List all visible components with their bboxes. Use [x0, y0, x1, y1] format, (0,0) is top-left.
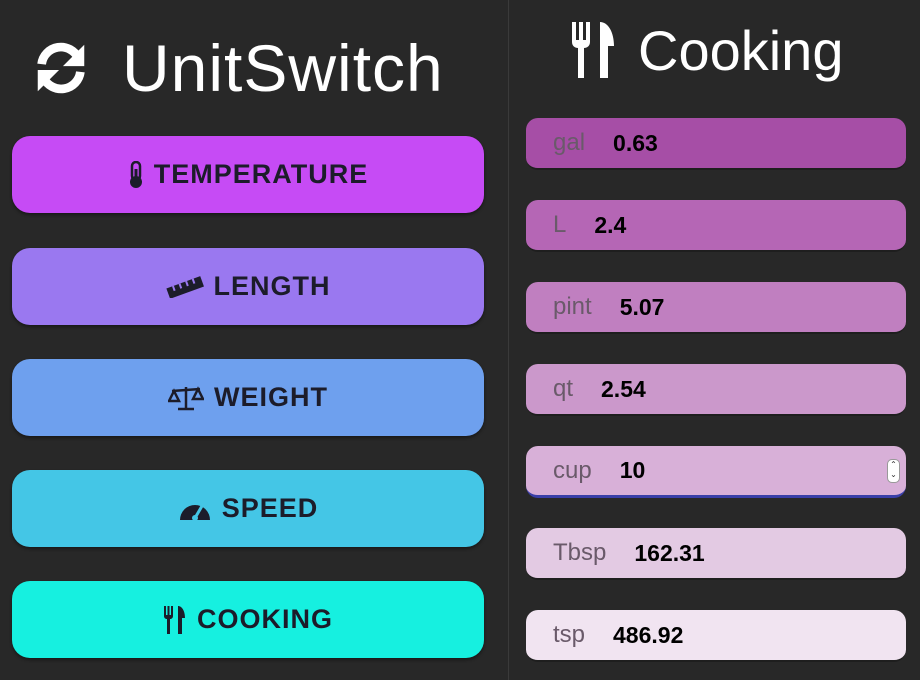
unit-value[interactable]: 2.4	[594, 212, 626, 239]
unit-field-cup[interactable]: cup 10 ⌃ ⌄	[526, 446, 906, 498]
category-label: WEIGHT	[214, 382, 328, 412]
category-speed-button[interactable]: SPEED	[12, 470, 484, 547]
unit-label: L	[553, 211, 567, 238]
unit-field-qt[interactable]: qt 2.54	[526, 364, 906, 416]
app-title: UnitSwitch	[122, 31, 444, 105]
unit-value[interactable]: 2.54	[601, 376, 646, 403]
category-cooking-button[interactable]: COOKING	[12, 581, 484, 658]
unit-label: Tbsp	[553, 539, 607, 566]
category-label: TEMPERATURE	[153, 159, 369, 189]
unit-field-l[interactable]: L 2.4	[526, 200, 906, 252]
unit-label: qt	[553, 375, 574, 402]
panel-divider	[508, 0, 509, 680]
category-weight-button[interactable]: WEIGHT	[12, 359, 484, 436]
sync-icon	[37, 42, 85, 94]
number-spinner[interactable]: ⌃ ⌄	[887, 459, 900, 483]
utensils-icon	[163, 605, 185, 634]
utensils-icon	[572, 22, 614, 78]
unit-field-pint[interactable]: pint 5.07	[526, 282, 906, 334]
unit-label: pint	[553, 293, 592, 320]
unit-field-tbsp[interactable]: Tbsp 162.31	[526, 528, 906, 580]
thermometer-icon	[129, 160, 142, 188]
unit-value[interactable]: 162.31	[634, 540, 704, 567]
balance-scale-icon	[168, 385, 204, 410]
unit-label: cup	[553, 456, 592, 484]
unit-value[interactable]: 0.63	[613, 130, 658, 157]
app-brand: UnitSwitch	[30, 28, 444, 108]
category-label: SPEED	[221, 493, 319, 523]
ruler-icon	[165, 275, 204, 298]
unit-field-gal[interactable]: gal 0.63	[526, 118, 906, 170]
category-length-button[interactable]: LENGTH	[12, 248, 484, 325]
unit-label: tsp	[553, 621, 586, 648]
category-label: LENGTH	[213, 271, 331, 301]
speedometer-icon	[179, 504, 210, 521]
unit-field-tsp[interactable]: tsp 486.92	[526, 610, 906, 662]
unit-value[interactable]: 10	[620, 457, 646, 484]
unit-value[interactable]: 486.92	[613, 622, 683, 649]
category-label: COOKING	[196, 604, 333, 634]
unit-value[interactable]: 5.07	[620, 294, 665, 321]
section-header: Cooking	[570, 12, 843, 88]
unit-label: gal	[553, 129, 586, 156]
section-title: Cooking	[638, 18, 844, 82]
category-temperature-button[interactable]: TEMPERATURE	[12, 136, 484, 213]
